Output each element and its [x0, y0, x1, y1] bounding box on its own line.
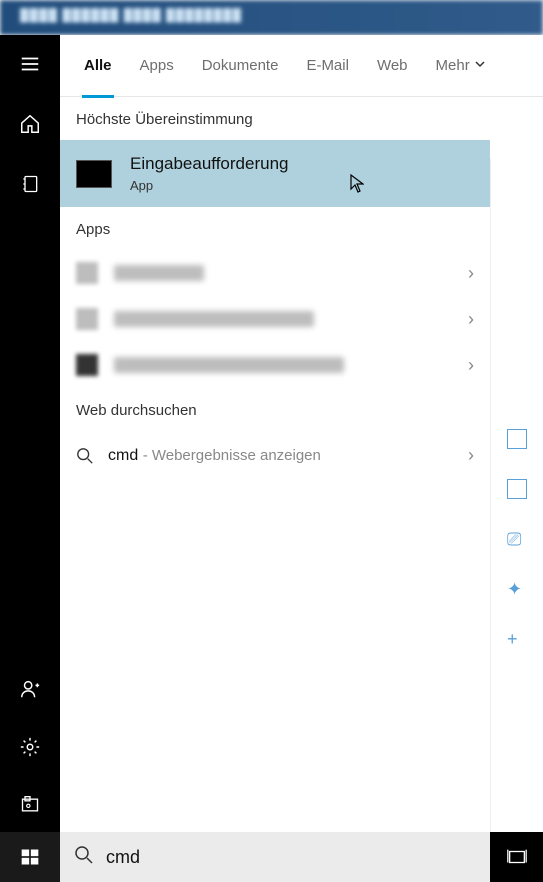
action-stub-icon[interactable]: + — [507, 629, 527, 649]
web-header: Web durchsuchen — [60, 388, 490, 431]
best-match-header: Höchste Übereinstimmung — [60, 97, 490, 140]
app-result-row[interactable]: › — [60, 250, 490, 296]
chevron-right-icon: › — [468, 445, 474, 466]
search-panel: Alle Apps Dokumente E-Mail Web Mehr Höch… — [60, 35, 543, 832]
search-icon — [76, 447, 94, 465]
chevron-right-icon: › — [468, 355, 474, 376]
app-icon-blurred — [76, 262, 98, 284]
app-icon-blurred — [76, 308, 98, 330]
chevron-right-icon: › — [468, 263, 474, 284]
tab-all[interactable]: Alle — [70, 35, 126, 97]
best-match-subtitle: App — [130, 178, 289, 193]
notebook-icon[interactable] — [19, 173, 41, 195]
window-titlebar: ████ ██████ ████ ████████ — [0, 0, 543, 35]
apps-list: › › › — [60, 250, 490, 388]
menu-icon[interactable] — [19, 53, 41, 75]
tab-bar: Alle Apps Dokumente E-Mail Web Mehr — [60, 35, 543, 97]
apps-header: Apps — [60, 207, 490, 250]
tab-email[interactable]: E-Mail — [292, 35, 363, 97]
home-icon[interactable] — [19, 113, 41, 135]
app-result-row[interactable]: › — [60, 296, 490, 342]
best-match-result[interactable]: Eingabeaufforderung App — [60, 140, 490, 207]
chevron-down-icon — [474, 57, 486, 74]
app-result-row[interactable]: › — [60, 342, 490, 388]
app-name-blurred — [114, 357, 344, 373]
tab-label: Dokumente — [202, 57, 279, 74]
tab-documents[interactable]: Dokumente — [188, 35, 293, 97]
settings-icon[interactable] — [19, 736, 41, 758]
tab-more-label: Mehr — [436, 57, 470, 74]
web-search-result[interactable]: cmd - Webergebnisse anzeigen › — [60, 431, 490, 480]
task-view-button[interactable] — [490, 832, 543, 882]
search-box[interactable] — [60, 832, 490, 882]
tab-apps[interactable]: Apps — [126, 35, 188, 97]
start-button[interactable] — [0, 832, 60, 882]
task-view-icon — [506, 846, 528, 868]
search-icon — [74, 845, 94, 870]
action-stub-icon[interactable] — [507, 429, 527, 449]
tab-more[interactable]: Mehr — [422, 35, 500, 97]
best-match-title: Eingabeaufforderung — [130, 154, 289, 174]
windows-logo-icon — [20, 847, 40, 867]
mouse-cursor-icon — [350, 174, 364, 194]
tab-label: E-Mail — [306, 57, 349, 74]
web-query-text: cmd — [108, 447, 138, 464]
web-desc-text: - Webergebnisse anzeigen — [143, 447, 321, 464]
cmd-icon — [76, 160, 112, 188]
action-stub-icon[interactable]: ⎚ — [507, 529, 527, 549]
taskbar — [0, 832, 543, 882]
titlebar-blurred-text: ████ ██████ ████ ████████ — [0, 0, 543, 30]
search-input[interactable] — [106, 847, 476, 868]
tab-label: Alle — [84, 57, 112, 74]
left-rail — [0, 35, 60, 832]
tab-label: Web — [377, 57, 408, 74]
tab-label: Apps — [140, 57, 174, 74]
action-stub-icon[interactable] — [507, 479, 527, 499]
account-icon[interactable] — [19, 678, 41, 700]
app-name-blurred — [114, 265, 204, 281]
app-name-blurred — [114, 311, 314, 327]
right-actions-strip: ⎚ ✦ + — [490, 159, 543, 832]
chevron-right-icon: › — [468, 309, 474, 330]
app-icon-blurred — [76, 354, 98, 376]
action-stub-icon[interactable]: ✦ — [507, 579, 527, 599]
picture-icon[interactable] — [19, 794, 41, 816]
results-area: Höchste Übereinstimmung Eingabeaufforder… — [60, 97, 543, 832]
tab-web[interactable]: Web — [363, 35, 422, 97]
main-area: Alle Apps Dokumente E-Mail Web Mehr Höch… — [0, 35, 543, 832]
